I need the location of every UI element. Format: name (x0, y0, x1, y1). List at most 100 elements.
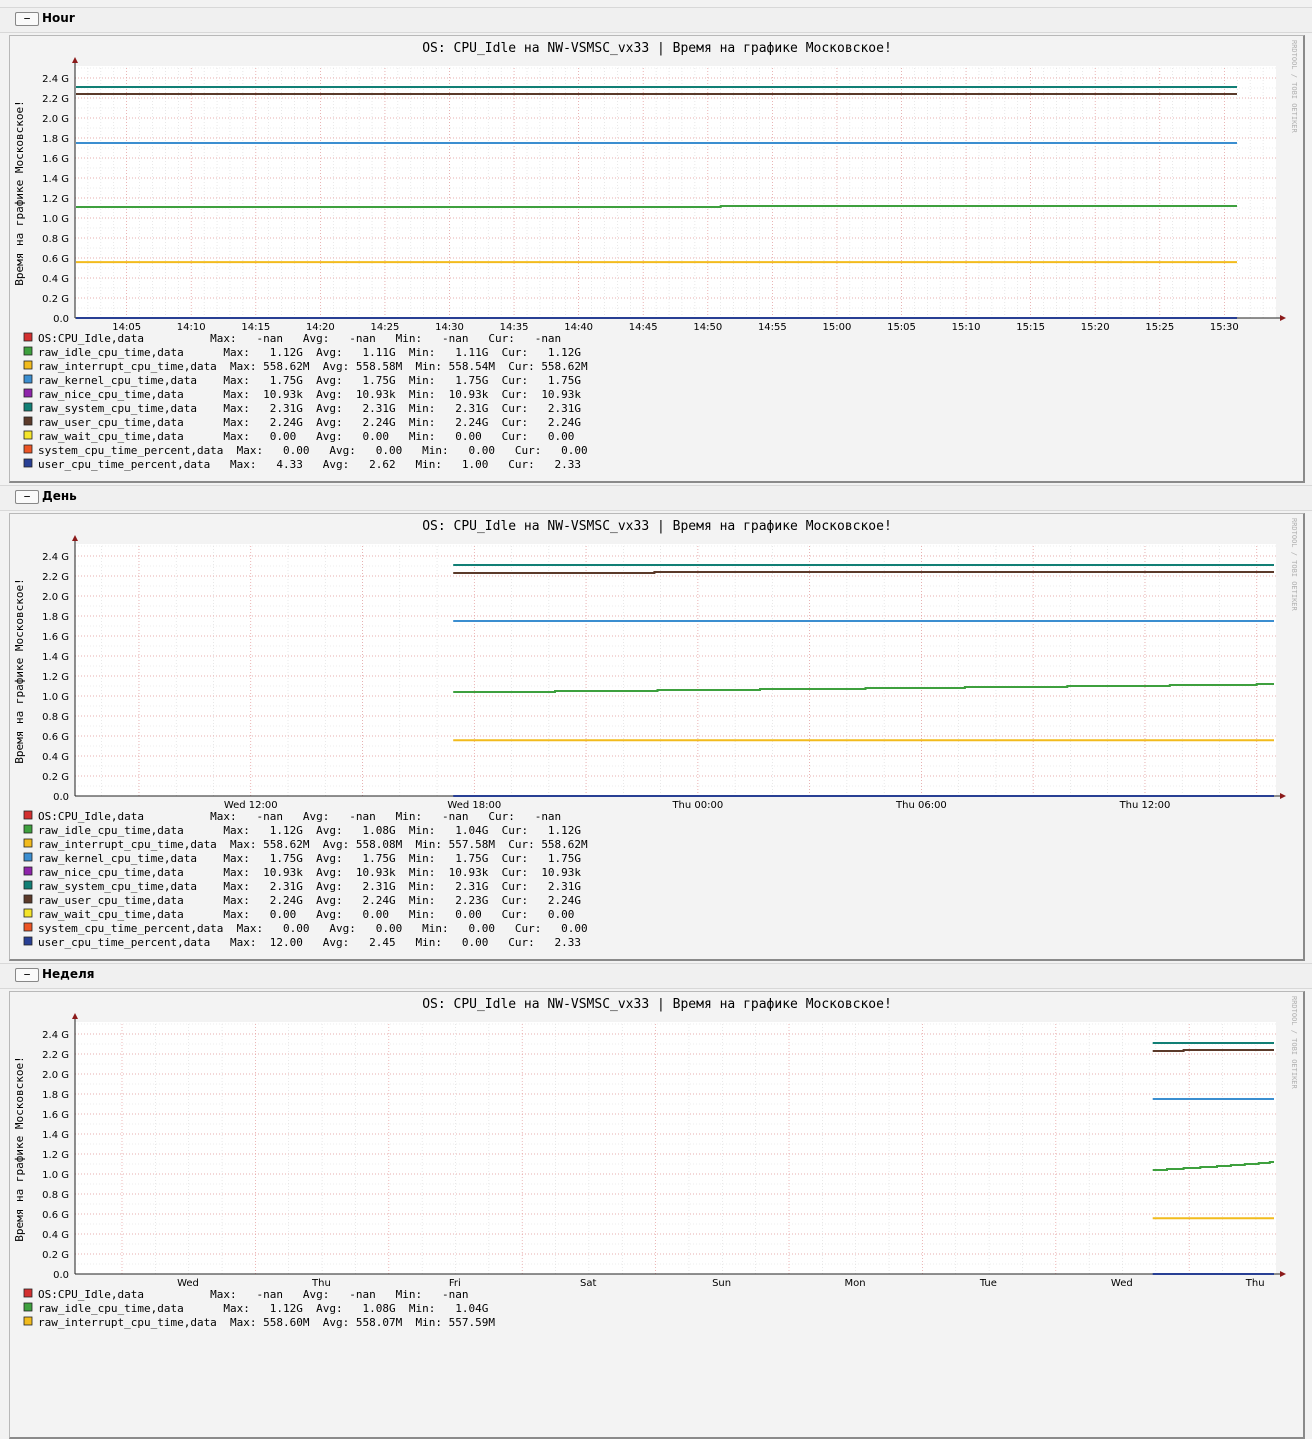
collapse-toggle-button[interactable]: − (15, 12, 39, 26)
rrdtool-watermark: RRDTOOL / TOBI OETIKER (1290, 40, 1298, 134)
cpu-idle-chart-week: 0.0 0.2 G 0.4 G 0.6 G 0.8 G 1.0 G 1.2 G 1.4 G 1.… (13, 996, 1298, 1329)
series-line (1152, 1049, 1274, 1052)
legend-swatch (23, 402, 33, 412)
y-tick-label: 2.2 G (42, 1050, 69, 1061)
collapse-toggle-button[interactable]: − (15, 490, 39, 504)
x-tick-label: 15:10 (952, 322, 981, 333)
cpu-idle-chart-day: 0.0 0.2 G 0.4 G 0.6 G 0.8 G 1.0 G 1.2 G 1.4 G 1.… (13, 518, 1298, 949)
legend-entry: raw_system_cpu_time,data Max: 2.31G Avg:… (38, 880, 581, 893)
graph-panel-day: 0.0 0.2 G 0.4 G 0.6 G 0.8 G 1.0 G 1.2 G 1.4 G 1.… (9, 513, 1305, 961)
x-tick-label: 15:05 (887, 322, 916, 333)
y-tick-label: 2.0 G (42, 592, 69, 603)
y-tick-label: 2.4 G (42, 552, 69, 563)
legend-entry: raw_nice_cpu_time,data Max: 10.93k Avg: … (38, 866, 581, 879)
x-tick-label: 14:55 (758, 322, 787, 333)
legend-entry: OS:CPU_Idle,data Max: -nan Avg: -nan Min… (38, 810, 561, 823)
y-tick-label: 1.2 G (42, 194, 69, 205)
legend-swatch (23, 838, 33, 848)
cpu-idle-chart-hour: 0.0 0.2 G 0.4 G 0.6 G 0.8 G 1.0 G 1.2 G 1.4 G 1.… (13, 40, 1298, 471)
x-tick-label: 14:40 (564, 322, 593, 333)
legend-swatch (23, 332, 33, 342)
y-tick-label: 0.4 G (42, 274, 69, 285)
chart-title: OS: CPU_Idle на NW-VSMSC_vx33 | Время на… (422, 519, 892, 534)
y-axis-arrow (72, 57, 78, 63)
x-tick-label: Thu (1245, 1278, 1265, 1289)
legend-entry: system_cpu_time_percent,data Max: 0.00 A… (38, 444, 588, 457)
legend-entry: raw_wait_cpu_time,data Max: 0.00 Avg: 0.… (38, 430, 574, 443)
y-tick-label: 0.4 G (42, 752, 69, 763)
legend-swatch (23, 430, 33, 440)
y-tick-label: 0.6 G (42, 254, 69, 265)
y-tick-label: 0.2 G (42, 294, 69, 305)
legend-entry: raw_kernel_cpu_time,data Max: 1.75G Avg:… (38, 852, 581, 865)
legend-entry: user_cpu_time_percent,data Max: 12.00 Av… (38, 936, 581, 949)
x-tick-label: Wed (1111, 1278, 1133, 1289)
collapse-toggle-button[interactable]: − (15, 968, 39, 982)
legend-swatch (23, 388, 33, 398)
y-tick-label: 1.4 G (42, 652, 69, 663)
x-axis-arrow (1280, 793, 1286, 799)
legend-swatch (23, 1302, 33, 1312)
y-tick-label: 2.0 G (42, 1070, 69, 1081)
y-tick-label: 0.8 G (42, 712, 69, 723)
y-tick-label: 1.0 G (42, 214, 69, 225)
legend-entry: system_cpu_time_percent,data Max: 0.00 A… (38, 922, 588, 935)
legend-swatch (23, 444, 33, 454)
y-tick-label: 0.6 G (42, 732, 69, 743)
legend-swatch (23, 360, 33, 370)
section-title: Неделя (42, 967, 95, 981)
plot-area (75, 544, 1276, 796)
x-tick-label: 15:15 (1016, 322, 1045, 333)
y-axis-label: Время на графике Московское! (13, 578, 26, 763)
y-tick-label: 0.2 G (42, 772, 69, 783)
legend-entry: OS:CPU_Idle,data Max: -nan Avg: -nan Min… (38, 1288, 468, 1301)
y-tick-label: 1.0 G (42, 1170, 69, 1181)
y-tick-label: 0.6 G (42, 1210, 69, 1221)
x-tick-label: Thu 00:00 (671, 800, 723, 811)
section-title: Hour (42, 11, 75, 25)
x-tick-label: 15:25 (1145, 322, 1174, 333)
legend-entry: raw_wait_cpu_time,data Max: 0.00 Avg: 0.… (38, 908, 574, 921)
legend-entry: OS:CPU_Idle,data Max: -nan Avg: -nan Min… (38, 332, 561, 345)
x-tick-label: Sat (580, 1278, 596, 1289)
legend-swatch (23, 810, 33, 820)
y-tick-label: 2.0 G (42, 114, 69, 125)
legend-swatch (23, 416, 33, 426)
y-tick-label: 1.6 G (42, 154, 69, 165)
legend-swatch (23, 1316, 33, 1326)
rrdtool-watermark: RRDTOOL / TOBI OETIKER (1290, 996, 1298, 1090)
legend-entry: raw_interrupt_cpu_time,data Max: 558.60M… (38, 1316, 495, 1329)
y-tick-label: 1.6 G (42, 1110, 69, 1121)
chart-title: OS: CPU_Idle на NW-VSMSC_vx33 | Время на… (422, 997, 892, 1012)
section-header-hour: − Hour (0, 7, 1312, 33)
legend-entry: raw_interrupt_cpu_time,data Max: 558.62M… (38, 838, 588, 851)
y-tick-label: 1.6 G (42, 632, 69, 643)
y-tick-label: 1.4 G (42, 1130, 69, 1141)
x-tick-label: Sun (712, 1278, 731, 1289)
x-axis-arrow (1280, 315, 1286, 321)
section-header-week: − Неделя (0, 963, 1312, 989)
y-tick-label: 1.0 G (42, 692, 69, 703)
graph-panel-hour: 0.0 0.2 G 0.4 G 0.6 G 0.8 G 1.0 G 1.2 G 1.4 G 1.… (9, 35, 1305, 483)
y-tick-label: 1.4 G (42, 174, 69, 185)
rrdtool-watermark: RRDTOOL / TOBI OETIKER (1290, 518, 1298, 612)
x-tick-label: Thu 06:00 (895, 800, 947, 811)
legend-entry: user_cpu_time_percent,data Max: 4.33 Avg… (38, 458, 581, 471)
y-tick-label: 2.2 G (42, 94, 69, 105)
legend-swatch (23, 824, 33, 834)
y-tick-label: 0.4 G (42, 1230, 69, 1241)
legend-swatch (23, 894, 33, 904)
y-tick-label: 2.2 G (42, 572, 69, 583)
x-tick-label: Thu 12:00 (1119, 800, 1171, 811)
y-tick-label: 0.8 G (42, 234, 69, 245)
legend-swatch (23, 852, 33, 862)
x-axis-arrow (1280, 1271, 1286, 1277)
series-line (453, 571, 1274, 574)
legend-entry: raw_idle_cpu_time,data Max: 1.12G Avg: 1… (38, 1302, 488, 1315)
y-tick-label: 0.8 G (42, 1190, 69, 1201)
legend-swatch (23, 1288, 33, 1298)
y-tick-label: 1.8 G (42, 612, 69, 623)
y-tick-label: 0.0 (53, 792, 69, 803)
section-header-day: − День (0, 485, 1312, 511)
y-tick-label: 1.8 G (42, 1090, 69, 1101)
